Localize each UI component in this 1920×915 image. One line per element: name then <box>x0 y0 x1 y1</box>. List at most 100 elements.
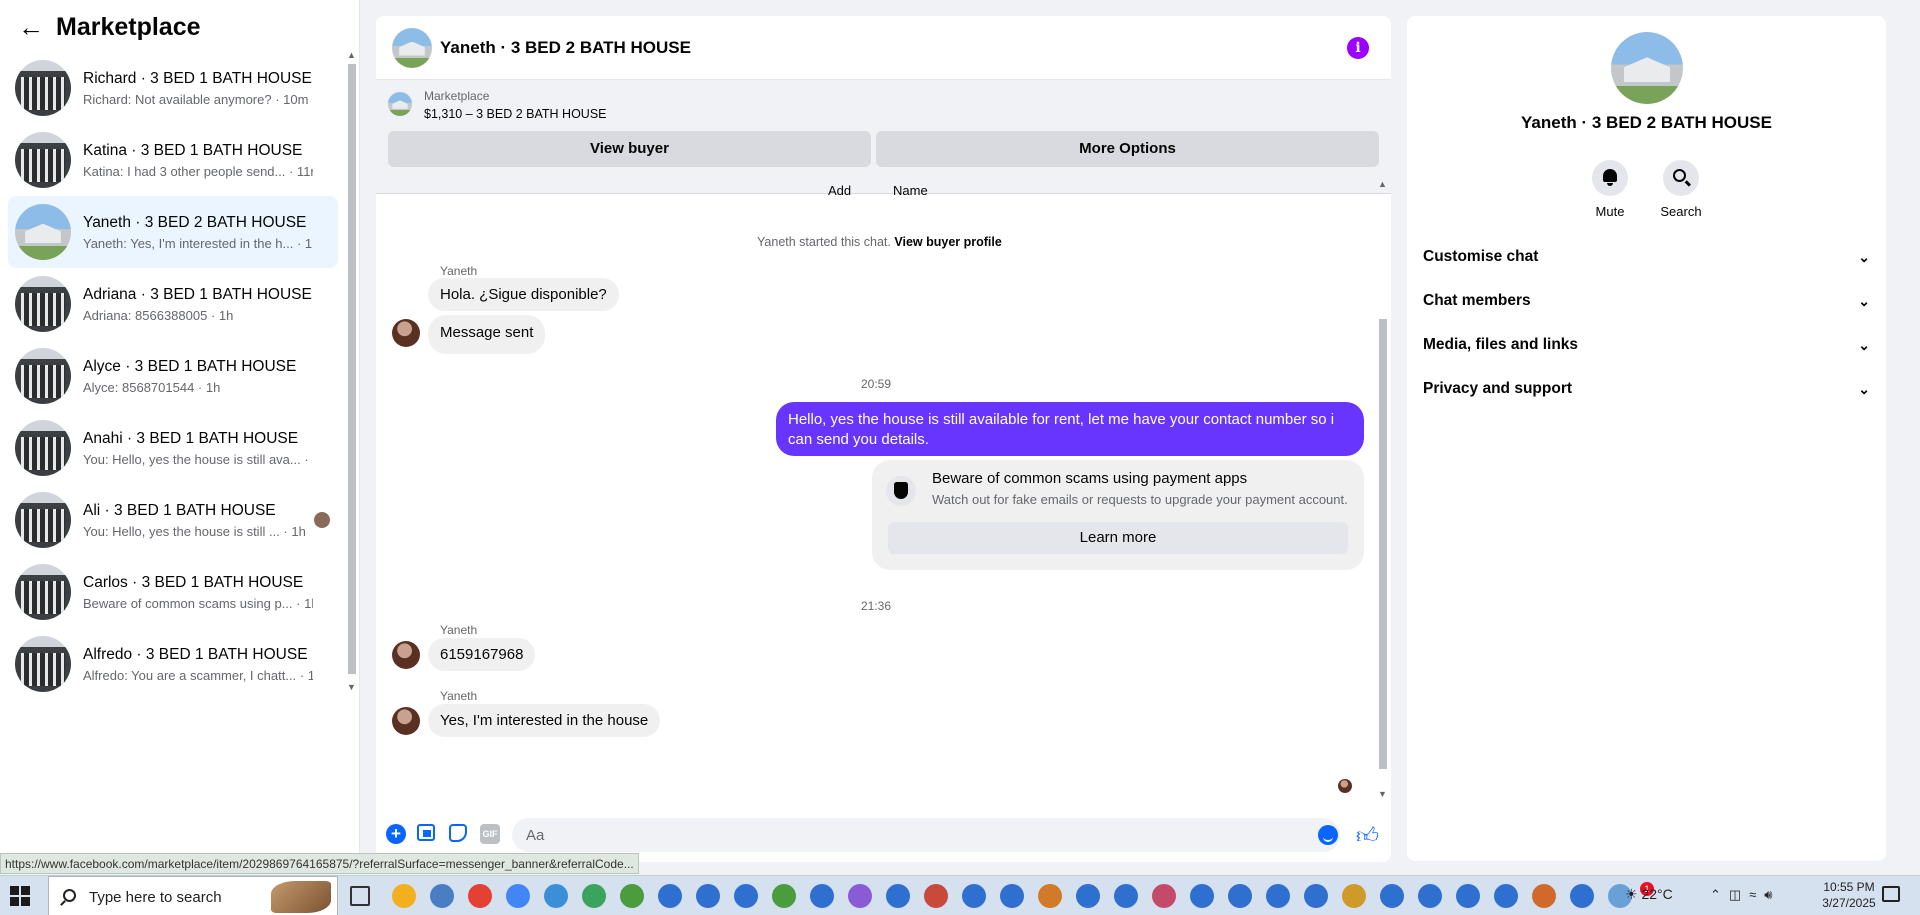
conversation-item[interactable]: Anahi · 3 BED 1 BATH HOUSE You: Hello, ye… <box>8 412 338 484</box>
conversation-item[interactable]: Alfredo · 3 BED 1 BATH HOUSE Alfredo: You… <box>8 628 338 700</box>
search-icon[interactable] <box>1663 160 1699 196</box>
chat-scrollbar[interactable]: ▲ ▼ <box>1377 179 1389 802</box>
taskbar-app-icon[interactable] <box>1038 884 1062 908</box>
taskbar-app-icon[interactable] <box>810 884 834 908</box>
learn-more-button[interactable]: Learn more <box>888 522 1348 554</box>
conversation-preview: Adriana: 8566388005 · 1h <box>83 307 234 323</box>
weather-widget[interactable]: ☀ 22°C <box>1625 886 1673 903</box>
taskbar-app-icon[interactable] <box>1228 884 1252 908</box>
accordion-media-files-links[interactable]: Media, files and links ⌄ <box>1423 323 1870 367</box>
sidebar-scrollbar[interactable]: ▲ ▼ <box>346 50 358 695</box>
search-button[interactable]: Search <box>1651 160 1711 219</box>
sender-name: Yaneth <box>440 623 478 637</box>
conversation-item[interactable]: Alyce · 3 BED 1 BATH HOUSE Alyce: 8568701… <box>8 340 338 412</box>
chat-panel: Yaneth · 3 BED 2 BATH HOUSE i Marketplac… <box>376 16 1391 862</box>
photo-icon[interactable] <box>417 824 435 841</box>
taskbar-app-icon[interactable] <box>1304 884 1328 908</box>
sender-avatar[interactable] <box>392 707 420 735</box>
details-avatar[interactable] <box>1611 32 1683 104</box>
taskbar-app-icon[interactable] <box>582 884 606 908</box>
scroll-up-icon[interactable]: ▲ <box>347 50 356 60</box>
weather-temp: 22°C <box>1641 886 1673 902</box>
conversation-text: Yaneth · 3 BED 2 BATH HOUSE Yaneth: Yes, … <box>83 214 313 251</box>
taskbar-app-icon[interactable] <box>1076 884 1100 908</box>
conversation-item[interactable]: Yaneth · 3 BED 2 BATH HOUSE Yaneth: Yes, … <box>8 196 338 268</box>
taskbar-app-icon[interactable] <box>1380 884 1404 908</box>
taskbar-app-icon[interactable] <box>924 884 948 908</box>
taskbar-app-icon[interactable] <box>1114 884 1138 908</box>
emoji-icon[interactable] <box>1318 825 1338 845</box>
scrollbar-thumb[interactable] <box>348 64 356 674</box>
view-buyer-button[interactable]: View buyer <box>388 131 871 167</box>
conversation-item[interactable]: Adriana · 3 BED 1 BATH HOUSE Adriana: 856… <box>8 268 338 340</box>
conversation-item[interactable]: Richard · 3 BED 1 BATH HOUSE Richard: Not… <box>8 52 338 124</box>
name-label[interactable]: Name <box>893 183 928 198</box>
taskbar-app-icon[interactable] <box>620 884 644 908</box>
taskbar-app-icon[interactable] <box>506 884 530 908</box>
conversation-item[interactable]: Katina · 3 BED 1 BATH HOUSE Katina: I had… <box>8 124 338 196</box>
scroll-up-icon[interactable]: ▲ <box>1378 179 1387 189</box>
listing-price-title[interactable]: $1,310 – 3 BED 2 BATH HOUSE <box>424 107 607 121</box>
taskbar-app-icon[interactable] <box>1532 884 1556 908</box>
taskbar-clock[interactable]: 10:55 PM 3/27/2025 <box>1814 879 1884 911</box>
taskbar-app-icon[interactable] <box>1152 884 1176 908</box>
conversation-list: Richard · 3 BED 1 BATH HOUSE Richard: Not… <box>8 52 338 700</box>
notifications-icon[interactable] <box>1882 886 1900 902</box>
taskbar-app-icon[interactable] <box>734 884 758 908</box>
system-tray-icons[interactable]: ⌃◫≈🔊︎ <box>1710 887 1781 903</box>
sender-avatar[interactable] <box>392 319 420 347</box>
chat-avatar[interactable] <box>392 27 432 68</box>
search-highlight-icon <box>271 881 331 913</box>
taskbar-app-icon[interactable] <box>1418 884 1442 908</box>
windows-taskbar: Type here to search 1 ☀ 22°C ⌃◫≈🔊︎ 10:55… <box>0 875 1920 915</box>
taskbar-app-icon[interactable] <box>544 884 568 908</box>
plus-icon[interactable]: + <box>386 824 406 844</box>
taskbar-app-icon[interactable] <box>848 884 872 908</box>
scroll-down-icon[interactable]: ▼ <box>1378 789 1387 799</box>
listing-thumbnail[interactable] <box>388 92 412 116</box>
add-label[interactable]: Add <box>828 183 851 198</box>
info-icon[interactable]: i <box>1347 37 1369 59</box>
taskbar-search-box[interactable]: Type here to search <box>48 876 338 915</box>
gif-icon[interactable]: GIF <box>480 824 500 844</box>
sticker-icon[interactable] <box>449 824 467 842</box>
back-arrow-icon[interactable]: ← <box>18 12 48 43</box>
message-input[interactable] <box>512 818 1340 852</box>
windows-start-icon[interactable] <box>10 886 30 906</box>
taskbar-app-icon[interactable] <box>1494 884 1518 908</box>
bell-icon[interactable] <box>1592 160 1628 196</box>
chat-title[interactable]: Yaneth · 3 BED 2 BATH HOUSE <box>440 38 691 58</box>
conversation-preview: Katina: I had 3 other people send... · 1… <box>83 163 313 179</box>
taskbar-app-icon[interactable] <box>1342 884 1366 908</box>
taskbar-app-icon[interactable] <box>1000 884 1024 908</box>
mute-button[interactable]: Mute <box>1580 160 1640 219</box>
taskbar-app-icon[interactable] <box>1190 884 1214 908</box>
accordion-customise-chat[interactable]: Customise chat ⌄ <box>1423 235 1870 279</box>
conversation-item[interactable]: Carlos · 3 BED 1 BATH HOUSE Beware of com… <box>8 556 338 628</box>
conversation-name: Alfredo · 3 BED 1 BATH HOUSE <box>83 645 308 663</box>
taskbar-app-icon[interactable] <box>430 884 454 908</box>
task-view-icon[interactable] <box>350 886 370 906</box>
more-options-button[interactable]: More Options <box>876 131 1379 167</box>
taskbar-app-icon[interactable] <box>696 884 720 908</box>
chevron-down-icon: ⌄ <box>1858 381 1870 397</box>
accordion-privacy-support[interactable]: Privacy and support ⌄ <box>1423 367 1870 411</box>
taskbar-app-icon[interactable] <box>772 884 796 908</box>
taskbar-app-icon[interactable] <box>1266 884 1290 908</box>
taskbar-app-icon[interactable] <box>392 884 416 908</box>
timestamp: 21:36 <box>861 599 892 613</box>
view-buyer-profile-link[interactable]: View buyer profile <box>894 235 1001 249</box>
taskbar-app-icon[interactable] <box>886 884 910 908</box>
listing-thumbnail <box>15 420 71 476</box>
scroll-down-icon[interactable]: ▼ <box>347 682 356 692</box>
thumbs-up-icon[interactable]: 👍︎ <box>1356 822 1379 849</box>
taskbar-app-icon[interactable] <box>962 884 986 908</box>
taskbar-app-icon[interactable] <box>468 884 492 908</box>
taskbar-app-icon[interactable] <box>658 884 682 908</box>
conversation-item[interactable]: Ali · 3 BED 1 BATH HOUSE You: Hello, yes … <box>8 484 338 556</box>
scrollbar-thumb[interactable] <box>1379 319 1387 769</box>
taskbar-app-icon[interactable] <box>1570 884 1594 908</box>
taskbar-app-icon[interactable] <box>1456 884 1480 908</box>
accordion-chat-members[interactable]: Chat members ⌄ <box>1423 279 1870 323</box>
sender-avatar[interactable] <box>392 641 420 669</box>
